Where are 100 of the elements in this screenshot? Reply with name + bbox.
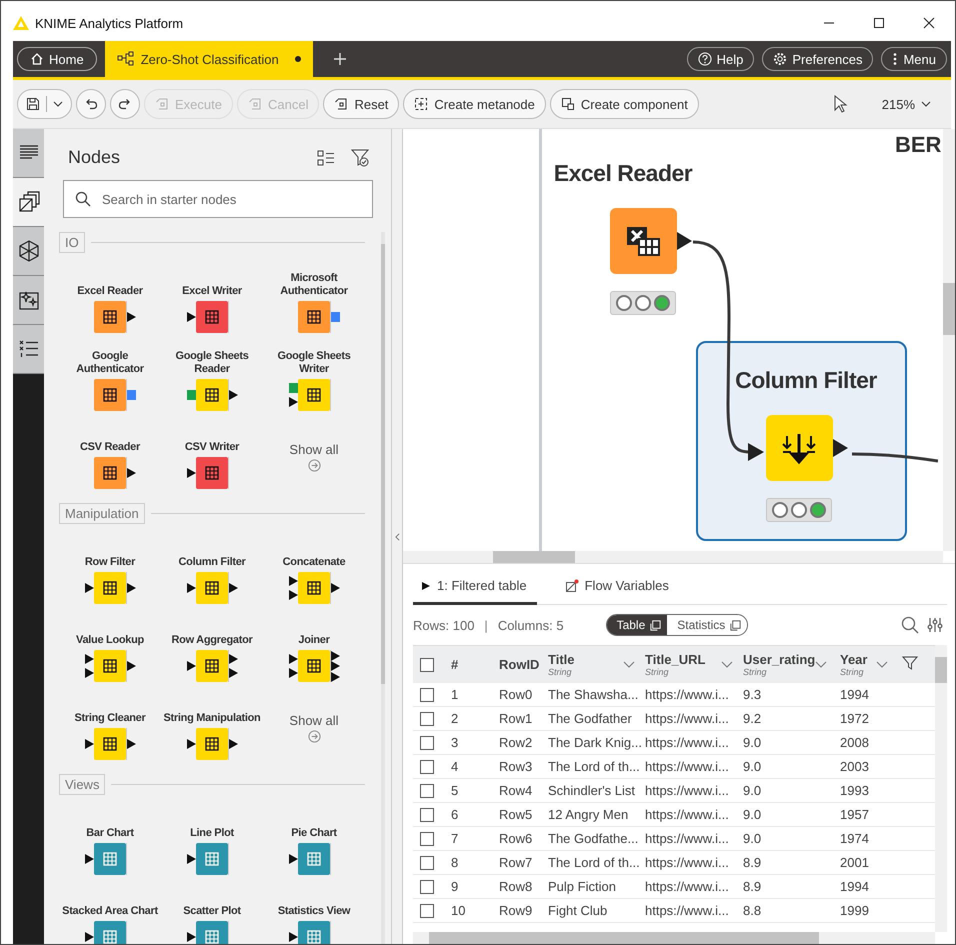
column-header[interactable]: Year — [840, 652, 868, 667]
arrow-circle-icon[interactable] — [308, 730, 320, 743]
row-checkbox[interactable] — [420, 832, 434, 846]
node-icon — [298, 572, 330, 604]
table-cell: 1994 — [840, 879, 869, 894]
sidebar-ai-tab[interactable] — [13, 276, 44, 325]
help-button[interactable]: Help — [686, 47, 754, 71]
zoom-dropdown[interactable]: 215% — [876, 96, 937, 112]
row-checkbox[interactable] — [420, 784, 434, 798]
node-label: Excel Writer — [181, 285, 243, 298]
node-icon — [196, 650, 228, 682]
filter-icon[interactable] — [351, 148, 369, 166]
add-tab-icon[interactable] — [332, 52, 347, 66]
caret-icon[interactable] — [721, 661, 733, 668]
metanode-button[interactable]: Create metanode — [403, 89, 546, 119]
filter-icon[interactable] — [902, 655, 918, 671]
output-tab[interactable]: Flow Variables — [556, 572, 679, 605]
workflow-tab[interactable]: Zero-Shot Classification — [104, 41, 313, 77]
home-icon — [30, 52, 44, 66]
column-type: String — [840, 667, 865, 677]
caret-icon[interactable] — [815, 661, 828, 668]
preferences-button[interactable]: Preferences — [762, 47, 874, 71]
list-view-icon[interactable] — [317, 150, 335, 166]
scrollbar[interactable] — [403, 551, 943, 563]
node-icon[interactable] — [766, 415, 832, 481]
search-icon[interactable] — [901, 616, 919, 634]
port-icon — [330, 312, 340, 322]
pointer-icon[interactable] — [834, 95, 848, 113]
menu-button[interactable]: Menu — [881, 47, 947, 71]
caret-icon[interactable] — [876, 661, 888, 668]
cube-icon — [18, 240, 40, 262]
scrollbar[interactable] — [381, 232, 385, 944]
undo-button[interactable] — [76, 89, 106, 119]
table-cell: The Lord of th... — [548, 855, 640, 870]
close-icon[interactable] — [923, 17, 935, 29]
row-checkbox[interactable] — [420, 808, 434, 822]
output-port-icon[interactable] — [832, 439, 848, 457]
node-label: Line Plot — [189, 827, 235, 840]
save-button[interactable] — [17, 89, 72, 119]
splitter-handle[interactable] — [391, 129, 402, 944]
table-cell: https://www.i... — [645, 759, 729, 774]
caret-icon[interactable] — [623, 661, 635, 668]
caret-icon — [53, 101, 63, 107]
table-cell: 9.3 — [743, 687, 762, 702]
table-cell: 1957 — [840, 807, 869, 822]
node-icon — [196, 457, 228, 489]
redo-button[interactable] — [110, 89, 140, 119]
panel-title: Nodes — [68, 147, 120, 168]
home-tab[interactable]: Home — [17, 47, 97, 71]
view-toggle[interactable]: Table — [606, 615, 668, 635]
row-checkbox[interactable] — [420, 760, 434, 774]
column-header[interactable]: # — [451, 657, 458, 672]
column-header[interactable]: User_rating — [743, 652, 816, 667]
node-label: Value Lookup — [75, 634, 145, 647]
row-checkbox[interactable] — [420, 688, 434, 702]
sidebar-spaces-tab[interactable] — [13, 227, 44, 276]
component-icon — [560, 97, 575, 111]
row-checkbox[interactable] — [420, 904, 434, 918]
table-cell: Row6 — [499, 831, 532, 846]
scrollbar[interactable] — [935, 645, 947, 932]
node-icon[interactable] — [610, 208, 676, 274]
node-icon — [196, 843, 228, 875]
table-cell: Fight Club — [548, 903, 608, 918]
row-checkbox[interactable] — [420, 880, 434, 894]
select-all-checkbox[interactable] — [420, 658, 434, 672]
scrollbar[interactable] — [943, 129, 955, 551]
sidebar-description-tab[interactable] — [13, 129, 44, 178]
show-all-link[interactable]: Show all — [289, 713, 339, 728]
node-label: Google Sheets Reader — [174, 350, 250, 376]
table-cell: Row0 — [499, 687, 532, 702]
reset-button[interactable]: Reset — [323, 89, 400, 119]
sidebar-nodes-tab[interactable] — [13, 178, 44, 227]
workflow-icon — [116, 51, 135, 67]
column-header[interactable]: RowID — [499, 657, 540, 672]
table-cell: Row4 — [499, 783, 532, 798]
table-cell: 9.2 — [743, 711, 762, 726]
table-cell: 1974 — [840, 831, 869, 846]
row-checkbox[interactable] — [420, 712, 434, 726]
table-cell: 1993 — [840, 783, 869, 798]
sidebar-monitor-tab[interactable] — [13, 325, 44, 374]
arrow-circle-icon[interactable] — [308, 459, 320, 472]
column-header[interactable]: Title — [548, 652, 574, 667]
node-label: Row Aggregator — [170, 634, 254, 647]
maximize-icon[interactable] — [873, 17, 885, 29]
sliders-icon[interactable] — [927, 617, 943, 633]
search-field[interactable]: Search in starter nodes — [63, 180, 373, 218]
node-label: Concatenate — [282, 556, 346, 569]
row-checkbox[interactable] — [420, 736, 434, 750]
node-label: Stacked Area Chart — [61, 905, 159, 918]
component-button[interactable]: Create component — [550, 89, 699, 119]
output-port-icon[interactable] — [676, 232, 692, 250]
connection-line[interactable] — [852, 452, 938, 462]
scrollbar[interactable] — [413, 932, 935, 944]
show-all-link[interactable]: Show all — [289, 442, 339, 457]
table-cell: Schindler's List — [548, 783, 636, 798]
row-checkbox[interactable] — [420, 856, 434, 870]
output-tab[interactable]: 1: Filtered table — [413, 572, 537, 605]
sparkle-icon — [18, 289, 40, 311]
column-header[interactable]: Title_URL — [645, 652, 706, 667]
checklist-icon — [18, 338, 40, 360]
